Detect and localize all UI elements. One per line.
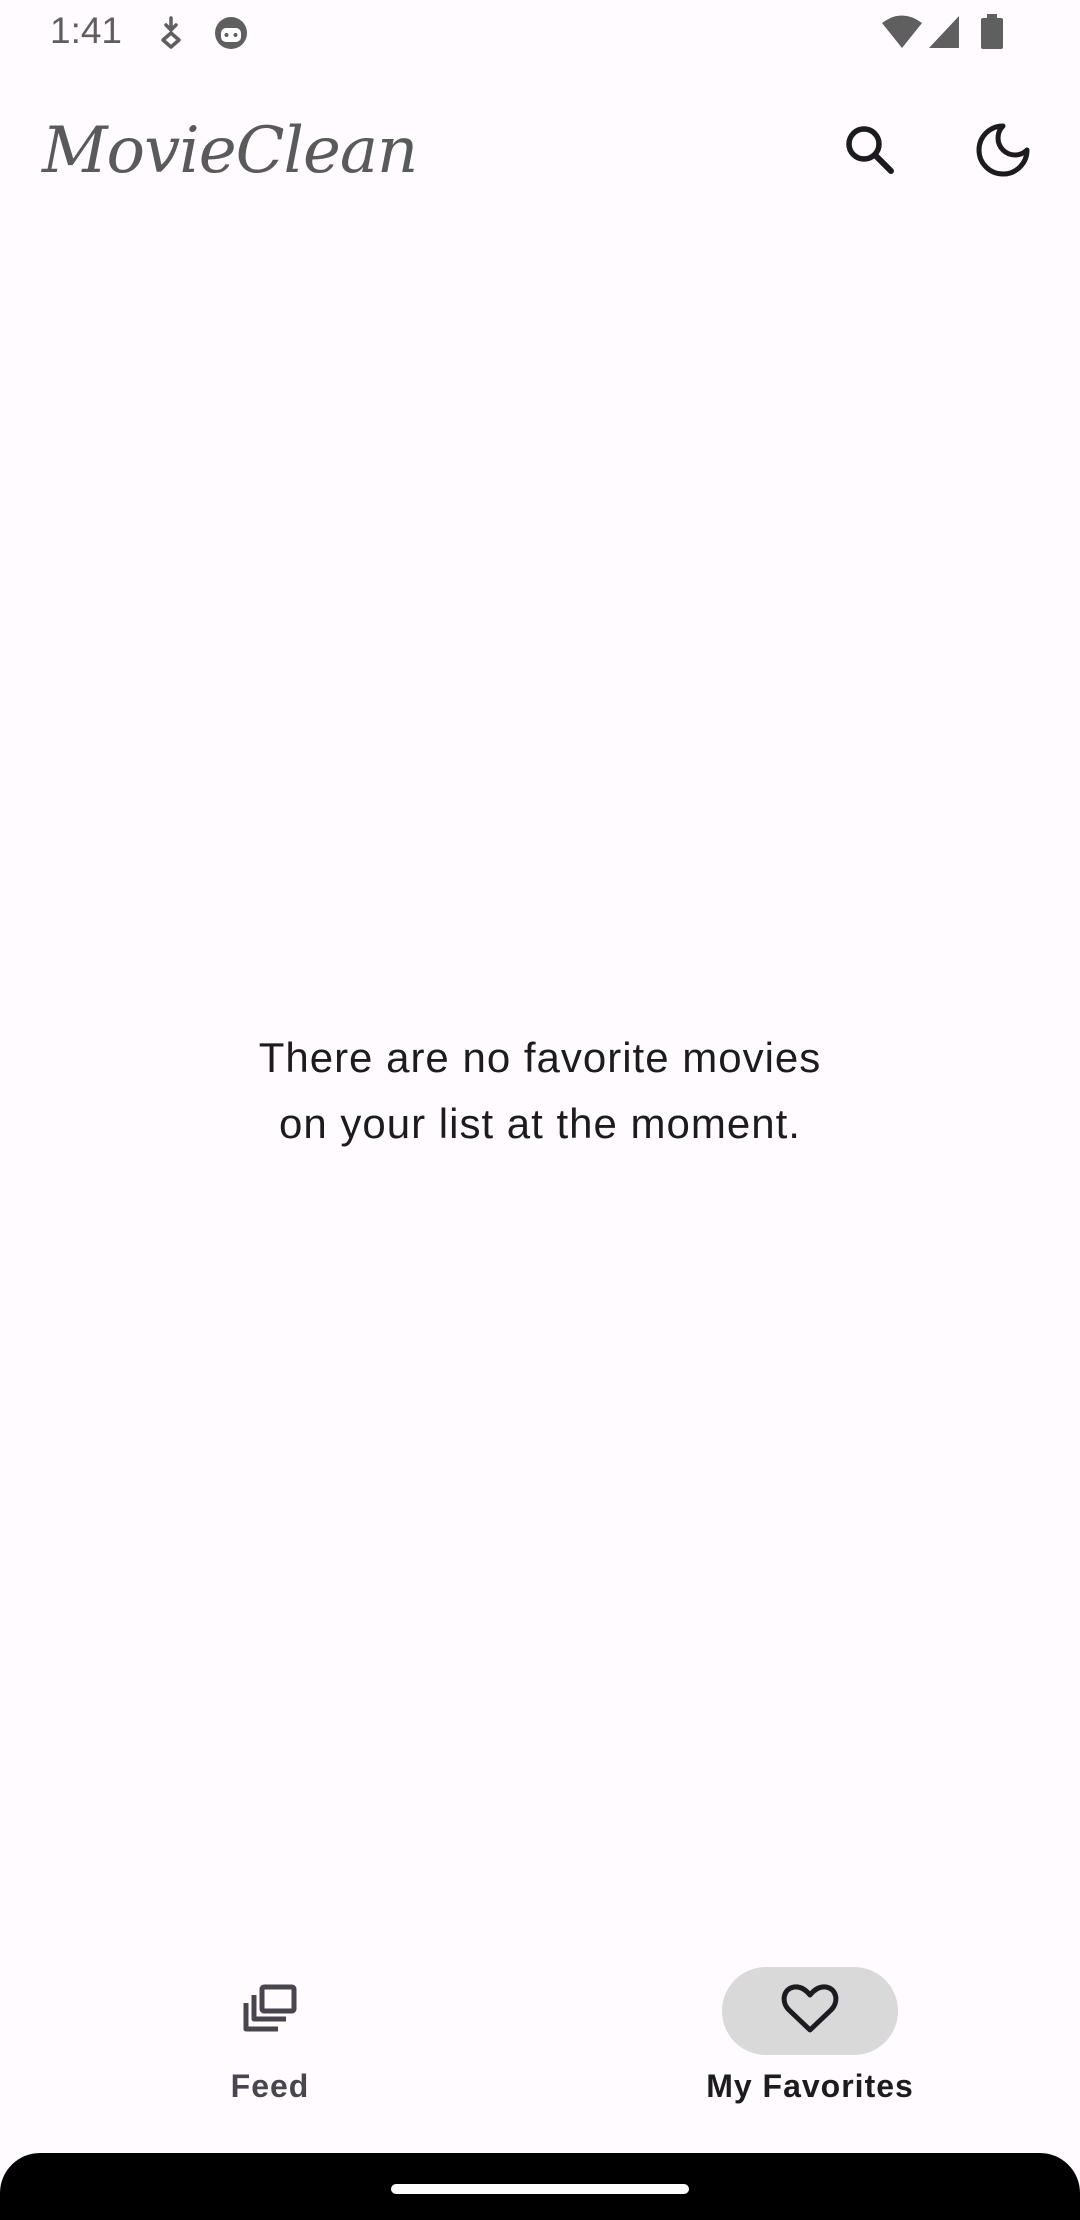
feed-stack-icon	[240, 1981, 300, 2042]
cellular-signal-icon	[927, 14, 961, 55]
nav-label-my-favorites: My Favorites	[706, 2068, 914, 2104]
battery-icon	[980, 14, 1004, 55]
search-icon	[842, 122, 898, 183]
system-gesture-bar	[0, 2153, 1080, 2220]
android-face-icon	[212, 14, 250, 57]
status-bar: 1:41	[0, 0, 1080, 66]
nav-item-feed[interactable]: Feed	[0, 1938, 540, 2153]
wifi-icon	[880, 14, 924, 55]
download-notification-icon	[155, 14, 187, 55]
status-time: 1:41	[50, 10, 123, 51]
nav-item-my-favorites[interactable]: My Favorites	[540, 1938, 1080, 2153]
top-app-bar: MovieClean	[0, 94, 1080, 222]
search-button[interactable]	[822, 104, 918, 200]
heart-outline-icon	[781, 1983, 839, 2040]
bottom-navigation: Feed My Favorites	[0, 1938, 1080, 2153]
app-title: MovieClean	[42, 114, 418, 188]
empty-favorites-message: There are no favorite movies on your lis…	[258, 1034, 822, 1147]
nav-indicator-my-favorites	[722, 1967, 898, 2055]
gesture-handle[interactable]	[391, 2184, 689, 2194]
dark-mode-toggle-button[interactable]	[955, 104, 1051, 200]
nav-indicator-feed	[182, 1967, 358, 2055]
nav-label-feed: Feed	[230, 2068, 310, 2104]
dark-mode-moon-icon	[975, 122, 1031, 183]
